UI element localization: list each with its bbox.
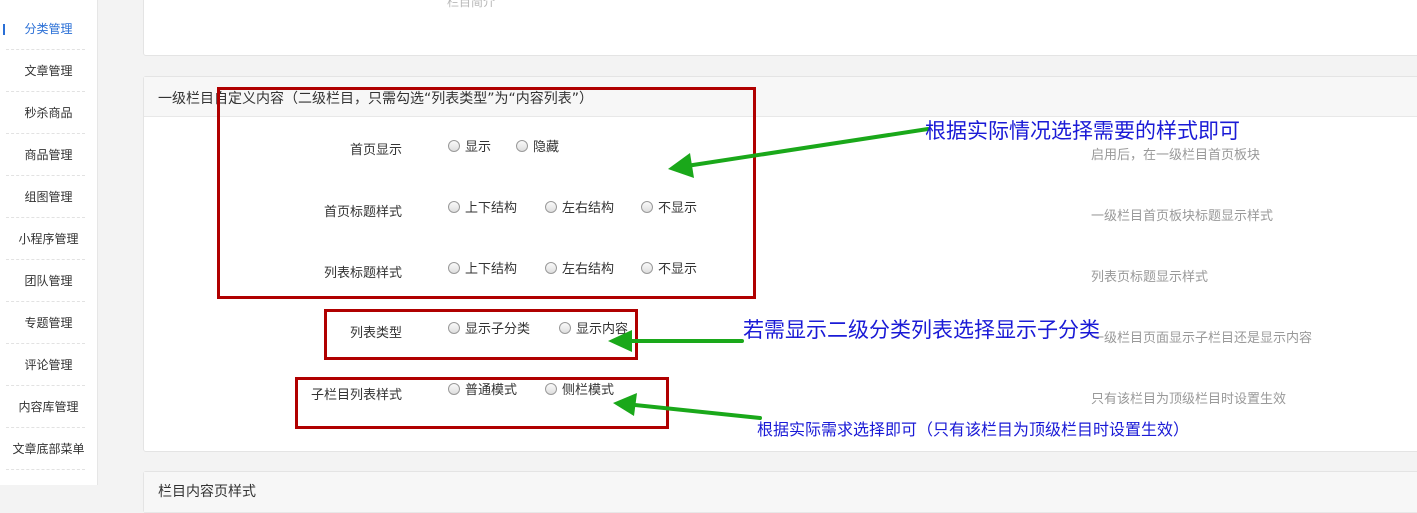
content-gutter <box>98 0 124 485</box>
sidebar-item-label: 团队管理 <box>24 274 73 288</box>
sidebar: 分类管理 文章管理 秒杀商品 商品管理 组图管理 小程序管理 团队管理 专题管理… <box>0 0 98 485</box>
sidebar-item-label: 组图管理 <box>24 190 73 204</box>
annotation-note-style: 根据实际情况选择需要的样式即可 <box>925 119 1240 143</box>
sidebar-item-label: 内容库管理 <box>18 400 79 414</box>
sidebar-item-label: 评论管理 <box>24 358 73 372</box>
list-type-help: 一级栏目页面显示子栏目还是显示内容 <box>1091 331 1313 346</box>
annotation-box-title-styles <box>217 87 756 299</box>
sidebar-item-label: 商品管理 <box>24 148 73 162</box>
annotation-box-subcolumn-style <box>295 377 669 429</box>
sidebar-item-article-footer-menu[interactable]: 文章底部菜单 <box>0 428 97 470</box>
list-title-style-help: 列表页标题显示样式 <box>1091 270 1209 285</box>
sidebar-item-galleries[interactable]: 组图管理 <box>0 176 97 218</box>
sidebar-item-articles[interactable]: 文章管理 <box>0 50 97 92</box>
sidebar-item-category[interactable]: 分类管理 <box>0 8 97 50</box>
content-page-style-panel: 栏目内容页样式 <box>143 471 1417 513</box>
sidebar-item-topics[interactable]: 专题管理 <box>0 302 97 344</box>
sidebar-item-content-library[interactable]: 内容库管理 <box>0 386 97 428</box>
sidebar-item-label: 小程序管理 <box>18 232 79 246</box>
panel-header: 栏目内容页样式 <box>144 472 1417 513</box>
sidebar-item-team[interactable]: 团队管理 <box>0 260 97 302</box>
sidebar-item-comments[interactable]: 评论管理 <box>0 344 97 386</box>
sidebar-item-label: 文章底部菜单 <box>12 442 85 456</box>
annotation-note-subcolumn: 根据实际需求选择即可（只有该栏目为顶级栏目时设置生效） <box>757 420 1190 439</box>
sidebar-item-label: 文章管理 <box>24 64 73 78</box>
sidebar-item-label: 专题管理 <box>24 316 73 330</box>
sidebar-item-label: 分类管理 <box>24 22 73 36</box>
homepage-display-help: 启用后，在一级栏目首页板块 <box>1091 148 1261 163</box>
panel-title: 栏目内容页样式 <box>158 484 256 500</box>
column-intro-panel: 栏目简介 <box>143 0 1417 56</box>
column-intro-label: 栏目简介 <box>447 0 496 9</box>
sidebar-item-miniprogram[interactable]: 小程序管理 <box>0 218 97 260</box>
sidebar-item-label: 秒杀商品 <box>24 106 73 120</box>
homepage-title-style-help: 一级栏目首页板块标题显示样式 <box>1091 209 1274 224</box>
annotation-box-list-type <box>324 309 638 360</box>
sidebar-item-flash-sale[interactable]: 秒杀商品 <box>0 92 97 134</box>
annotation-note-list-type: 若需显示二级分类列表选择显示子分类 <box>743 318 1100 342</box>
sidebar-item-products[interactable]: 商品管理 <box>0 134 97 176</box>
subcolumn-list-style-help: 只有该栏目为顶级栏目时设置生效 <box>1091 392 1287 407</box>
